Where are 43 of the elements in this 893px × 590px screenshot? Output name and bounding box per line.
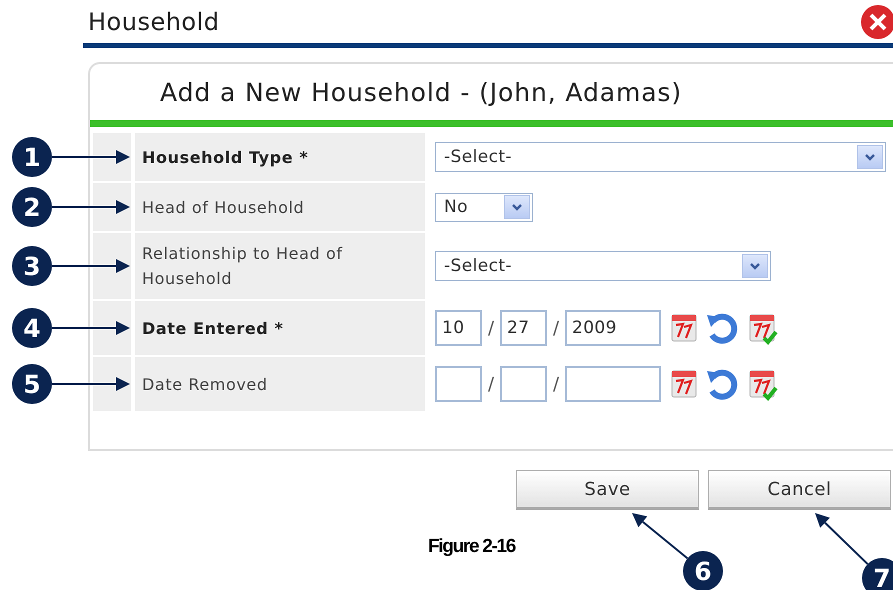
callout-badge: 1: [12, 137, 52, 177]
refresh-icon[interactable]: [705, 367, 739, 401]
close-icon[interactable]: [860, 4, 893, 40]
callout-badge: 3: [12, 246, 52, 286]
dropdown-field[interactable]: -Select-: [435, 251, 771, 281]
dropdown-field[interactable]: No: [435, 192, 533, 222]
field-label: Household Type *: [142, 146, 308, 168]
figure-caption: Figure 2-16: [428, 536, 516, 558]
row-marker-cell: [93, 301, 131, 355]
field-label: Date Removed: [142, 374, 268, 396]
refresh-icon[interactable]: [705, 311, 739, 345]
row-marker-cell: [93, 233, 131, 299]
year-field[interactable]: 2009: [565, 310, 661, 346]
month-field[interactable]: [435, 366, 482, 402]
callout-badge: 2: [12, 187, 52, 227]
callout-arrow: [815, 513, 868, 565]
row-marker-cell: [93, 183, 131, 231]
callout-badge: 5: [12, 364, 52, 404]
callout-arrow: [632, 513, 688, 560]
date-separator: /: [552, 318, 560, 338]
window-title: Household: [88, 8, 220, 36]
month-field[interactable]: 10: [435, 310, 482, 346]
callout-badge: 4: [12, 308, 52, 348]
callout-badge: 7: [862, 558, 893, 590]
field-label: Relationship to Head of Household: [142, 243, 344, 290]
chevron-down-icon: [864, 152, 876, 162]
chevron-down-icon: [749, 262, 761, 270]
chevron-down-icon: [511, 202, 523, 212]
date-separator: /: [486, 318, 496, 338]
callout-badge: 6: [683, 551, 723, 590]
day-field[interactable]: 27: [500, 310, 547, 346]
field-label: Date Entered *: [142, 318, 284, 340]
row-marker-cell: [93, 357, 131, 411]
button[interactable]: Save: [516, 470, 699, 510]
date-separator: /: [486, 374, 496, 394]
row-marker-cell: [93, 133, 131, 181]
form-heading: Add a New Household - (John, Adamas): [159, 76, 684, 108]
date-separator: /: [552, 374, 560, 394]
button[interactable]: Cancel: [708, 470, 891, 510]
dropdown-field[interactable]: -Select-: [435, 142, 886, 172]
day-field[interactable]: [500, 366, 547, 402]
field-label: Head of Household: [142, 196, 304, 218]
year-field[interactable]: [565, 366, 661, 402]
